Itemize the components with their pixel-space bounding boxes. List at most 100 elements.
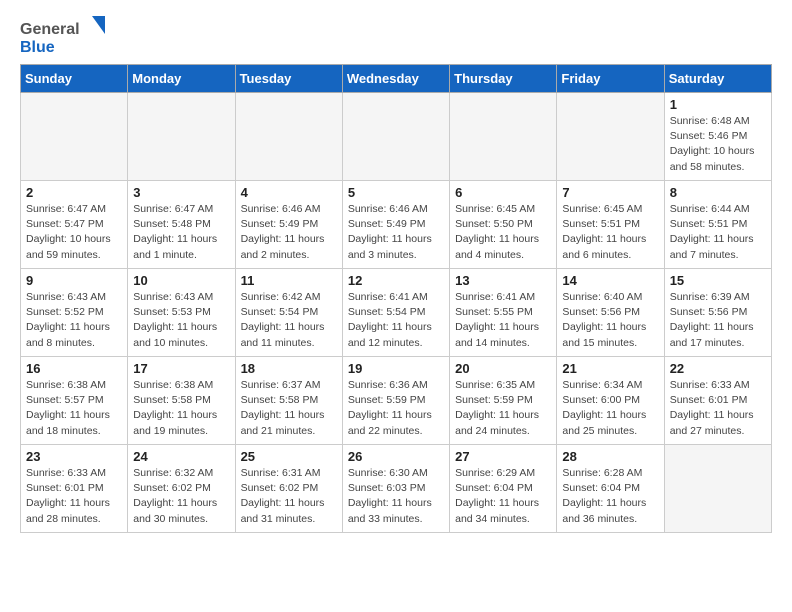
day-number: 16 [26, 361, 122, 376]
calendar-cell: 6Sunrise: 6:45 AM Sunset: 5:50 PM Daylig… [450, 181, 557, 269]
day-info: Sunrise: 6:45 AM Sunset: 5:50 PM Dayligh… [455, 202, 551, 263]
day-info: Sunrise: 6:48 AM Sunset: 5:46 PM Dayligh… [670, 114, 766, 175]
calendar-cell: 19 Sunrise: 6:36 AM Sunset: 5:59 PM Dayli… [342, 357, 449, 445]
calendar-cell: 3 Sunrise: 6:47 AM Sunset: 5:48 PM Daylig… [128, 181, 235, 269]
calendar-cell: 4 Sunrise: 6:46 AM Sunset: 5:49 PM Daylig… [235, 181, 342, 269]
calendar-cell: 26 Sunrise: 6:30 AM Sunset: 6:03 PM Dayli… [342, 445, 449, 533]
day-number: 14 [562, 273, 658, 288]
day-number: 26 [348, 449, 444, 464]
week-row-0: 1 Sunrise: 6:48 AM Sunset: 5:46 PM Daylig… [21, 93, 772, 181]
day-number: 9 [26, 273, 122, 288]
calendar-cell: 25Sunrise: 6:31 AM Sunset: 6:02 PM Dayli… [235, 445, 342, 533]
header: GeneralBlue [20, 16, 772, 56]
day-number: 11 [241, 273, 337, 288]
calendar-cell: 16 Sunrise: 6:38 AM Sunset: 5:57 PM Dayli… [21, 357, 128, 445]
calendar-cell: 9 Sunrise: 6:43 AM Sunset: 5:52 PM Daylig… [21, 269, 128, 357]
weekday-header-tuesday: Tuesday [235, 65, 342, 93]
day-number: 28 [562, 449, 658, 464]
weekday-header-monday: Monday [128, 65, 235, 93]
day-info: Sunrise: 6:39 AM Sunset: 5:56 PM Dayligh… [670, 290, 766, 351]
day-info: Sunrise: 6:30 AM Sunset: 6:03 PM Dayligh… [348, 466, 444, 527]
day-number: 17 [133, 361, 229, 376]
day-info: Sunrise: 6:35 AM Sunset: 5:59 PM Dayligh… [455, 378, 551, 439]
day-number: 22 [670, 361, 766, 376]
logo-svg: GeneralBlue [20, 16, 110, 56]
calendar-cell: 8 Sunrise: 6:44 AM Sunset: 5:51 PM Daylig… [664, 181, 771, 269]
calendar-cell: 1 Sunrise: 6:48 AM Sunset: 5:46 PM Daylig… [664, 93, 771, 181]
day-number: 4 [241, 185, 337, 200]
calendar-cell: 24 Sunrise: 6:32 AM Sunset: 6:02 PM Dayli… [128, 445, 235, 533]
calendar-cell: 2 Sunrise: 6:47 AM Sunset: 5:47 PM Daylig… [21, 181, 128, 269]
weekday-header-sunday: Sunday [21, 65, 128, 93]
svg-text:Blue: Blue [20, 39, 55, 56]
day-number: 24 [133, 449, 229, 464]
calendar-cell [21, 93, 128, 181]
day-number: 18 [241, 361, 337, 376]
calendar-cell [664, 445, 771, 533]
day-info: Sunrise: 6:38 AM Sunset: 5:57 PM Dayligh… [26, 378, 122, 439]
day-number: 23 [26, 449, 122, 464]
calendar-cell: 10Sunrise: 6:43 AM Sunset: 5:53 PM Dayli… [128, 269, 235, 357]
day-number: 20 [455, 361, 551, 376]
day-number: 8 [670, 185, 766, 200]
day-info: Sunrise: 6:47 AM Sunset: 5:47 PM Dayligh… [26, 202, 122, 263]
day-info: Sunrise: 6:46 AM Sunset: 5:49 PM Dayligh… [348, 202, 444, 263]
day-info: Sunrise: 6:41 AM Sunset: 5:55 PM Dayligh… [455, 290, 551, 351]
day-info: Sunrise: 6:43 AM Sunset: 5:52 PM Dayligh… [26, 290, 122, 351]
calendar-cell: 28 Sunrise: 6:28 AM Sunset: 6:04 PM Dayli… [557, 445, 664, 533]
calendar-table: SundayMondayTuesdayWednesdayThursdayFrid… [20, 64, 772, 533]
day-info: Sunrise: 6:32 AM Sunset: 6:02 PM Dayligh… [133, 466, 229, 527]
day-number: 21 [562, 361, 658, 376]
calendar-cell [235, 93, 342, 181]
weekday-header-wednesday: Wednesday [342, 65, 449, 93]
weekday-header-friday: Friday [557, 65, 664, 93]
calendar-cell: 17 Sunrise: 6:38 AM Sunset: 5:58 PM Dayli… [128, 357, 235, 445]
day-info: Sunrise: 6:44 AM Sunset: 5:51 PM Dayligh… [670, 202, 766, 263]
day-info: Sunrise: 6:45 AM Sunset: 5:51 PM Dayligh… [562, 202, 658, 263]
calendar-cell [557, 93, 664, 181]
weekday-header-thursday: Thursday [450, 65, 557, 93]
day-info: Sunrise: 6:33 AM Sunset: 6:01 PM Dayligh… [670, 378, 766, 439]
calendar-cell: 27 Sunrise: 6:29 AM Sunset: 6:04 PM Dayli… [450, 445, 557, 533]
day-info: Sunrise: 6:31 AM Sunset: 6:02 PM Dayligh… [241, 466, 337, 527]
day-info: Sunrise: 6:29 AM Sunset: 6:04 PM Dayligh… [455, 466, 551, 527]
week-row-2: 9 Sunrise: 6:43 AM Sunset: 5:52 PM Daylig… [21, 269, 772, 357]
weekday-header-row: SundayMondayTuesdayWednesdayThursdayFrid… [21, 65, 772, 93]
day-number: 2 [26, 185, 122, 200]
day-info: Sunrise: 6:36 AM Sunset: 5:59 PM Dayligh… [348, 378, 444, 439]
day-info: Sunrise: 6:40 AM Sunset: 5:56 PM Dayligh… [562, 290, 658, 351]
day-number: 3 [133, 185, 229, 200]
page: GeneralBlue SundayMondayTuesdayWednesday… [0, 0, 792, 549]
calendar-cell: 5 Sunrise: 6:46 AM Sunset: 5:49 PM Daylig… [342, 181, 449, 269]
day-info: Sunrise: 6:47 AM Sunset: 5:48 PM Dayligh… [133, 202, 229, 263]
weekday-header-saturday: Saturday [664, 65, 771, 93]
day-number: 19 [348, 361, 444, 376]
day-number: 7 [562, 185, 658, 200]
calendar-cell: 13 Sunrise: 6:41 AM Sunset: 5:55 PM Dayli… [450, 269, 557, 357]
day-number: 5 [348, 185, 444, 200]
day-info: Sunrise: 6:41 AM Sunset: 5:54 PM Dayligh… [348, 290, 444, 351]
day-number: 27 [455, 449, 551, 464]
week-row-1: 2 Sunrise: 6:47 AM Sunset: 5:47 PM Daylig… [21, 181, 772, 269]
calendar-cell: 22 Sunrise: 6:33 AM Sunset: 6:01 PM Dayli… [664, 357, 771, 445]
day-number: 10 [133, 273, 229, 288]
day-info: Sunrise: 6:38 AM Sunset: 5:58 PM Dayligh… [133, 378, 229, 439]
week-row-4: 23Sunrise: 6:33 AM Sunset: 6:01 PM Dayli… [21, 445, 772, 533]
day-number: 12 [348, 273, 444, 288]
day-number: 1 [670, 97, 766, 112]
day-info: Sunrise: 6:28 AM Sunset: 6:04 PM Dayligh… [562, 466, 658, 527]
logo: GeneralBlue [20, 16, 110, 56]
day-info: Sunrise: 6:46 AM Sunset: 5:49 PM Dayligh… [241, 202, 337, 263]
calendar-cell: 7 Sunrise: 6:45 AM Sunset: 5:51 PM Daylig… [557, 181, 664, 269]
calendar-cell: 15 Sunrise: 6:39 AM Sunset: 5:56 PM Dayli… [664, 269, 771, 357]
calendar-cell: 20 Sunrise: 6:35 AM Sunset: 5:59 PM Dayli… [450, 357, 557, 445]
day-info: Sunrise: 6:37 AM Sunset: 5:58 PM Dayligh… [241, 378, 337, 439]
calendar-cell: 11Sunrise: 6:42 AM Sunset: 5:54 PM Dayli… [235, 269, 342, 357]
day-info: Sunrise: 6:34 AM Sunset: 6:00 PM Dayligh… [562, 378, 658, 439]
calendar-cell: 12 Sunrise: 6:41 AM Sunset: 5:54 PM Dayli… [342, 269, 449, 357]
day-number: 15 [670, 273, 766, 288]
calendar-cell [450, 93, 557, 181]
day-number: 13 [455, 273, 551, 288]
calendar-cell: 18 Sunrise: 6:37 AM Sunset: 5:58 PM Dayli… [235, 357, 342, 445]
calendar-cell [128, 93, 235, 181]
